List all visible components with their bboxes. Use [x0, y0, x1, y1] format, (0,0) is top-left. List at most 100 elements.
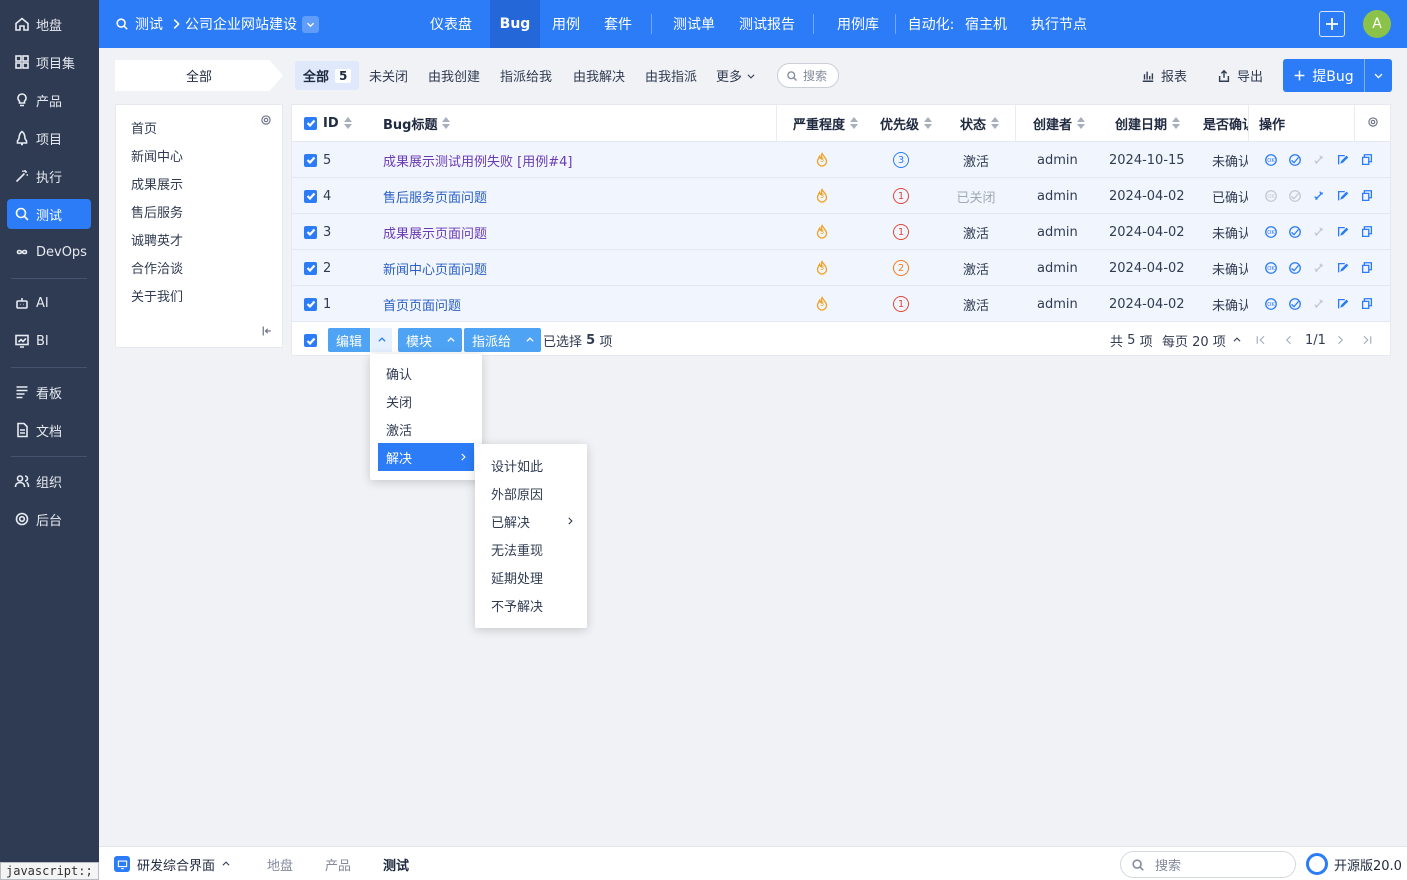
- quick-create-button[interactable]: [1319, 11, 1345, 37]
- chevron-up-icon[interactable]: [370, 328, 393, 352]
- last-page-icon[interactable]: [1361, 334, 1373, 346]
- tab-more[interactable]: 更多: [708, 61, 764, 90]
- copy-icon[interactable]: [1360, 153, 1374, 167]
- confirm-icon[interactable]: OK: [1264, 225, 1278, 239]
- nav-case[interactable]: 用例: [540, 0, 592, 48]
- app-switch-button[interactable]: 研发综合界面: [114, 847, 231, 880]
- row-checkbox[interactable]: [304, 153, 317, 167]
- menu-item-bydesign[interactable]: 设计如此: [483, 451, 579, 479]
- sidebar-item-program[interactable]: 项目集: [7, 47, 91, 77]
- table-row[interactable]: 5 成果展示测试用例失败 [用例#4] 3 3 激活 admin 2024-10-15 未确认…: [292, 141, 1390, 177]
- copy-icon[interactable]: [1360, 189, 1374, 203]
- sidebar-item-doc[interactable]: 文档: [7, 415, 91, 445]
- copy-icon[interactable]: [1360, 225, 1374, 239]
- sidebar-item-dashboard[interactable]: 地盘: [7, 9, 91, 39]
- nav-host[interactable]: 宿主机: [961, 0, 1011, 48]
- copy-icon[interactable]: [1360, 261, 1374, 275]
- resolve-icon[interactable]: [1288, 153, 1302, 167]
- edit-icon[interactable]: [1336, 189, 1350, 203]
- tree-item[interactable]: 关于我们: [131, 286, 183, 305]
- sidebar-item-org[interactable]: 组织: [7, 466, 91, 496]
- tree-item[interactable]: 首页: [131, 118, 157, 137]
- column-header-id[interactable]: ID: [304, 105, 352, 141]
- close-bug-icon[interactable]: [1312, 225, 1326, 239]
- close-bug-icon[interactable]: [1312, 297, 1326, 311]
- column-header-title[interactable]: Bug标题: [383, 105, 451, 141]
- edit-icon[interactable]: [1336, 297, 1350, 311]
- nav-exec-node[interactable]: 执行节点: [1027, 0, 1091, 48]
- table-row[interactable]: 3 成果展示页面问题 3 1 激活 admin 2024-04-02 未确认 OK: [292, 213, 1390, 249]
- tree-item[interactable]: 诚聘英才: [131, 230, 183, 249]
- row-checkbox[interactable]: [304, 189, 317, 203]
- tab-all[interactable]: 全部 5: [295, 61, 360, 90]
- bug-title-link[interactable]: 成果展示页面问题: [383, 223, 487, 242]
- bug-title-link[interactable]: 首页页面问题: [383, 295, 461, 314]
- bottom-tab-dashboard[interactable]: 地盘: [267, 847, 293, 880]
- tab-assigned-by-me[interactable]: 由我指派: [637, 61, 705, 90]
- resolve-icon[interactable]: [1288, 189, 1302, 203]
- global-search-input[interactable]: 搜索: [1120, 851, 1296, 878]
- menu-item-resolve[interactable]: 解决: [378, 443, 474, 471]
- copy-icon[interactable]: [1360, 297, 1374, 311]
- gear-icon[interactable]: [1367, 116, 1379, 128]
- close-bug-icon[interactable]: [1312, 189, 1326, 203]
- tab-assigned-to-me[interactable]: 指派给我: [492, 61, 560, 90]
- menu-item-external[interactable]: 外部原因: [483, 479, 579, 507]
- select-all-checkbox[interactable]: [304, 116, 317, 130]
- row-checkbox[interactable]: [304, 297, 317, 311]
- sidebar-item-kanban[interactable]: 看板: [7, 377, 91, 407]
- sidebar-item-admin[interactable]: 后台: [7, 504, 91, 534]
- tree-item[interactable]: 成果展示: [131, 174, 183, 193]
- table-row[interactable]: 4 售后服务页面问题 3 1 已关闭 admin 2024-04-02 已确认 OK: [292, 177, 1390, 213]
- search-button[interactable]: 搜索: [777, 63, 839, 88]
- batch-edit-button[interactable]: 编辑: [328, 328, 393, 352]
- sidebar-item-bi[interactable]: BI: [7, 326, 91, 356]
- tab-unclosed[interactable]: 未关闭: [361, 61, 416, 90]
- product-switch-button[interactable]: [302, 15, 319, 33]
- sidebar-item-ai[interactable]: AI: [7, 288, 91, 318]
- module-selector[interactable]: 全部: [115, 60, 283, 91]
- sidebar-item-execution[interactable]: 执行: [7, 161, 91, 191]
- menu-item-postponed[interactable]: 延期处理: [483, 563, 579, 591]
- menu-item-activate[interactable]: 激活: [378, 415, 474, 443]
- table-row[interactable]: 2 新闻中心页面问题 3 2 激活 admin 2024-04-02 未确认 OK: [292, 249, 1390, 285]
- edit-icon[interactable]: [1336, 225, 1350, 239]
- column-header-priority[interactable]: 优先级: [880, 105, 933, 141]
- create-bug-main[interactable]: 提Bug: [1283, 59, 1365, 92]
- sidebar-item-test[interactable]: 测试: [7, 199, 91, 229]
- column-header-creator[interactable]: 创建者: [1033, 105, 1086, 141]
- tab-created-by-me[interactable]: 由我创建: [420, 61, 488, 90]
- table-row[interactable]: 1 首页页面问题 3 1 激活 admin 2024-04-02 未确认 OK: [292, 285, 1390, 321]
- nav-dashboard[interactable]: 仪表盘: [407, 0, 495, 48]
- row-checkbox[interactable]: [304, 225, 317, 239]
- close-bug-icon[interactable]: [1312, 261, 1326, 275]
- nav-bug[interactable]: Bug: [490, 0, 540, 48]
- confirm-icon[interactable]: OK: [1264, 189, 1278, 203]
- export-button[interactable]: 导出: [1217, 61, 1263, 90]
- menu-item-fixed[interactable]: 已解决: [483, 507, 579, 535]
- column-header-date[interactable]: 创建日期: [1115, 105, 1181, 141]
- confirm-icon[interactable]: OK: [1264, 153, 1278, 167]
- next-page-icon[interactable]: [1334, 334, 1346, 346]
- avatar[interactable]: A: [1363, 10, 1391, 38]
- confirm-icon[interactable]: OK: [1264, 261, 1278, 275]
- tree-item[interactable]: 售后服务: [131, 202, 183, 221]
- column-header-confirmed[interactable]: 是否确认: [1203, 105, 1249, 141]
- edit-icon[interactable]: [1336, 153, 1350, 167]
- row-checkbox[interactable]: [304, 261, 317, 275]
- edit-icon[interactable]: [1336, 261, 1350, 275]
- menu-item-wontfix[interactable]: 不予解决: [483, 591, 579, 619]
- column-header-status[interactable]: 状态: [960, 105, 1000, 141]
- breadcrumb-module[interactable]: 测试: [115, 0, 163, 48]
- tab-resolved-by-me[interactable]: 由我解决: [565, 61, 633, 90]
- gear-icon[interactable]: [260, 114, 272, 126]
- batch-module-button[interactable]: 模块: [398, 328, 463, 352]
- batch-assign-button[interactable]: 指派给: [464, 328, 542, 352]
- prev-page-icon[interactable]: [1283, 334, 1295, 346]
- nav-testreport[interactable]: 测试报告: [733, 0, 801, 48]
- bug-title-link[interactable]: 售后服务页面问题: [383, 187, 487, 206]
- confirm-icon[interactable]: OK: [1264, 297, 1278, 311]
- menu-item-confirm[interactable]: 确认: [378, 359, 474, 387]
- nav-suite[interactable]: 套件: [592, 0, 644, 48]
- column-header-severity[interactable]: 严重程度: [793, 105, 859, 141]
